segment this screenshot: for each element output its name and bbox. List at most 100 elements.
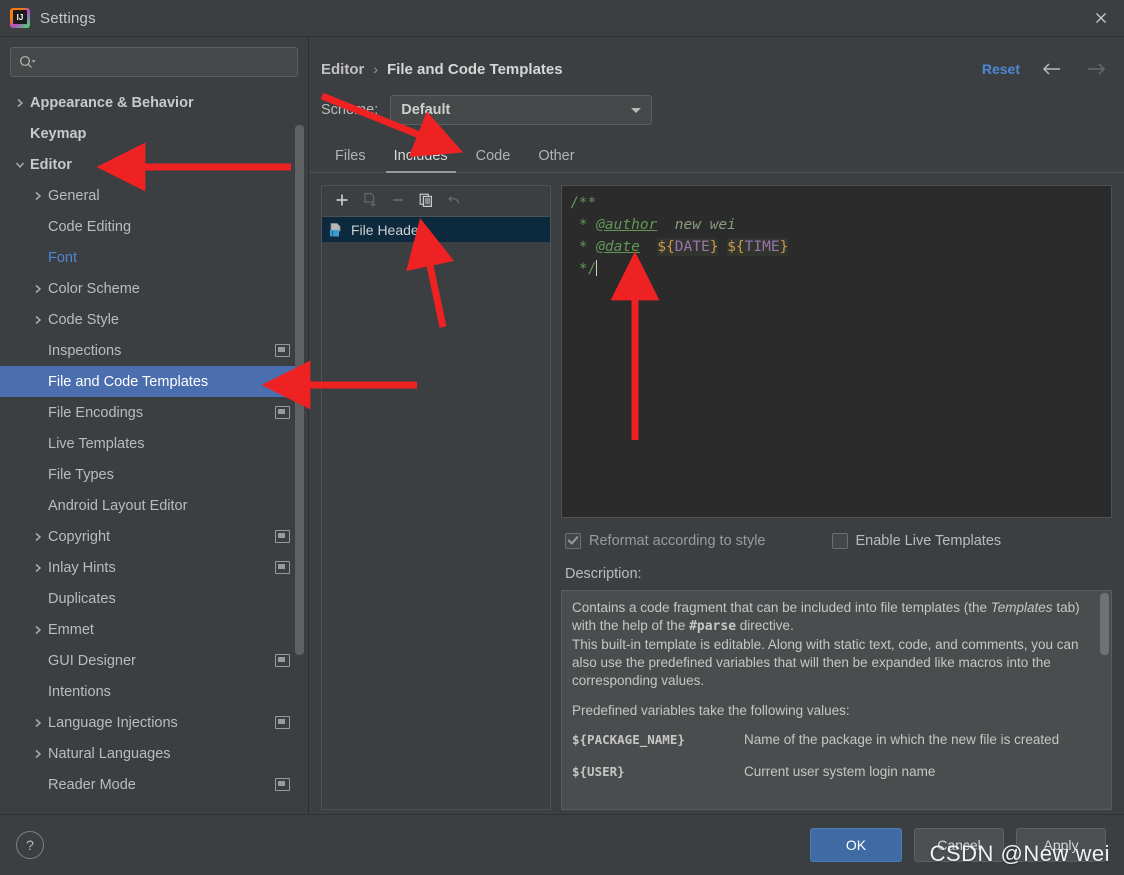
chevron-right-icon bbox=[10, 97, 30, 109]
chevron-right-icon bbox=[28, 314, 48, 326]
sidebar-item-copyright[interactable]: Copyright bbox=[0, 521, 308, 552]
chevron-down-icon bbox=[10, 159, 30, 171]
reset-link[interactable]: Reset bbox=[982, 61, 1020, 77]
code-line: * @author new wei bbox=[570, 214, 1111, 236]
code-line: * @date ${DATE} ${TIME} bbox=[570, 236, 1111, 258]
desc-p1-bold: #parse bbox=[689, 619, 736, 634]
help-button[interactable]: ? bbox=[16, 831, 44, 859]
sidebar-item-intentions[interactable]: Intentions bbox=[0, 676, 308, 707]
sidebar-item-label: Inspections bbox=[48, 343, 121, 359]
sidebar-item-keymap[interactable]: Keymap bbox=[0, 118, 308, 149]
sidebar-item-language-injections[interactable]: Language Injections bbox=[0, 707, 308, 738]
scheme-select[interactable]: Default bbox=[390, 95, 652, 125]
live-templates-checkbox-label: Enable Live Templates bbox=[856, 533, 1002, 549]
add-button[interactable] bbox=[330, 189, 354, 213]
sidebar-item-editor[interactable]: Editor bbox=[0, 149, 308, 180]
list-item[interactable]: J File Header bbox=[322, 217, 550, 242]
reformat-checkbox[interactable]: Reformat according to style bbox=[565, 533, 766, 549]
cancel-button[interactable]: Cancel bbox=[914, 828, 1004, 862]
arrow-right-icon[interactable] bbox=[1084, 61, 1108, 77]
template-editor-pane: /** * @author new wei * @date ${DATE} ${… bbox=[561, 185, 1112, 810]
breadcrumb-parent[interactable]: Editor bbox=[321, 61, 364, 78]
sidebar-item-file-encodings[interactable]: File Encodings bbox=[0, 397, 308, 428]
search-input[interactable] bbox=[36, 54, 291, 71]
apply-button[interactable]: Apply bbox=[1016, 828, 1106, 862]
description-panel[interactable]: Contains a code fragment that can be inc… bbox=[561, 590, 1112, 810]
project-scope-icon bbox=[275, 778, 290, 791]
close-icon[interactable] bbox=[1078, 0, 1124, 36]
template-code-editor[interactable]: /** * @author new wei * @date ${DATE} ${… bbox=[561, 185, 1112, 518]
sidebar-item-inspections[interactable]: Inspections bbox=[0, 335, 308, 366]
spacer bbox=[572, 690, 1099, 702]
sidebar-item-label: Copyright bbox=[48, 529, 110, 545]
svg-text:J: J bbox=[331, 230, 334, 237]
breadcrumb-separator: › bbox=[373, 61, 378, 77]
code-token: new wei bbox=[657, 217, 736, 233]
text-caret bbox=[596, 260, 597, 276]
sidebar-item-label: Natural Languages bbox=[48, 746, 171, 762]
settings-tree[interactable]: Appearance & BehaviorKeymapEditorGeneral… bbox=[0, 85, 308, 814]
sidebar-scrollbar[interactable] bbox=[295, 125, 304, 655]
sidebar-item-reader-mode[interactable]: Reader Mode bbox=[0, 769, 308, 800]
code-token: /** bbox=[570, 195, 596, 211]
template-list-toolbar[interactable] bbox=[322, 186, 550, 217]
breadcrumb: Editor › File and Code Templates Reset bbox=[309, 37, 1124, 85]
variable-name: ${PACKAGE_NAME} bbox=[572, 724, 744, 756]
undo-icon bbox=[446, 192, 462, 211]
template-tabs[interactable]: FilesIncludesCodeOther bbox=[309, 139, 1124, 173]
sidebar-item-file-types[interactable]: File Types bbox=[0, 459, 308, 490]
project-scope-icon bbox=[275, 654, 290, 667]
tab-other[interactable]: Other bbox=[524, 148, 588, 172]
sidebar-item-android-layout-editor[interactable]: Android Layout Editor bbox=[0, 490, 308, 521]
copy-template-icon bbox=[362, 192, 378, 211]
chevron-right-icon bbox=[28, 562, 48, 574]
sidebar-item-natural-languages[interactable]: Natural Languages bbox=[0, 738, 308, 769]
window-title: Settings bbox=[40, 10, 96, 27]
sidebar-item-label: Reader Mode bbox=[48, 777, 136, 793]
template-list[interactable]: J File Header bbox=[322, 217, 550, 809]
remove-button[interactable] bbox=[386, 189, 410, 213]
copy-template-button[interactable] bbox=[358, 189, 382, 213]
sidebar-item-appearance-behavior[interactable]: Appearance & Behavior bbox=[0, 87, 308, 118]
sidebar-item-duplicates[interactable]: Duplicates bbox=[0, 583, 308, 614]
tab-includes[interactable]: Includes bbox=[380, 148, 462, 172]
ok-button[interactable]: OK bbox=[810, 828, 902, 862]
tab-files[interactable]: Files bbox=[321, 148, 380, 172]
code-line: */ bbox=[570, 258, 1111, 280]
duplicate-button[interactable] bbox=[414, 189, 438, 213]
code-token bbox=[640, 239, 657, 255]
sidebar-item-gui-designer[interactable]: GUI Designer bbox=[0, 645, 308, 676]
sidebar-item-code-style[interactable]: Code Style bbox=[0, 304, 308, 335]
chevron-right-icon bbox=[28, 748, 48, 760]
sidebar-item-label: File Encodings bbox=[48, 405, 143, 421]
search-box[interactable] bbox=[10, 47, 298, 77]
sidebar-item-font[interactable]: Font bbox=[0, 242, 308, 273]
scheme-label: Scheme: bbox=[321, 102, 378, 118]
sidebar-item-file-and-code-templates[interactable]: File and Code Templates bbox=[0, 366, 308, 397]
sidebar-item-label: Font bbox=[48, 250, 77, 266]
sidebar-item-label: GUI Designer bbox=[48, 653, 136, 669]
tab-code[interactable]: Code bbox=[462, 148, 525, 172]
footer-buttons: OK Cancel Apply bbox=[810, 828, 1106, 862]
arrow-left-icon[interactable] bbox=[1040, 61, 1064, 77]
chevron-right-icon bbox=[28, 190, 48, 202]
description-scrollbar[interactable] bbox=[1100, 593, 1109, 655]
minus-icon bbox=[390, 192, 406, 211]
live-templates-checkbox[interactable]: Enable Live Templates bbox=[832, 533, 1002, 549]
sidebar-item-code-editing[interactable]: Code Editing bbox=[0, 211, 308, 242]
table-row: ${PACKAGE_NAME}Name of the package in wh… bbox=[572, 724, 1099, 756]
chevron-right-icon bbox=[28, 531, 48, 543]
dialog-footer: ? OK Cancel Apply CSDN @New wei bbox=[0, 814, 1124, 875]
sidebar-item-inlay-hints[interactable]: Inlay Hints bbox=[0, 552, 308, 583]
sidebar-item-color-scheme[interactable]: Color Scheme bbox=[0, 273, 308, 304]
predefined-variables-table: ${PACKAGE_NAME}Name of the package in wh… bbox=[572, 724, 1099, 788]
variable-meaning: Current user system login name bbox=[744, 756, 1099, 788]
sidebar-item-label: Duplicates bbox=[48, 591, 116, 607]
sidebar-item-live-templates[interactable]: Live Templates bbox=[0, 428, 308, 459]
sidebar-item-emmet[interactable]: Emmet bbox=[0, 614, 308, 645]
sidebar-item-general[interactable]: General bbox=[0, 180, 308, 211]
title-bar: Settings bbox=[0, 0, 1124, 37]
list-item-label: File Header bbox=[351, 222, 423, 238]
reset-to-default-button[interactable] bbox=[442, 189, 466, 213]
scheme-row: Scheme: Default bbox=[309, 85, 1124, 125]
